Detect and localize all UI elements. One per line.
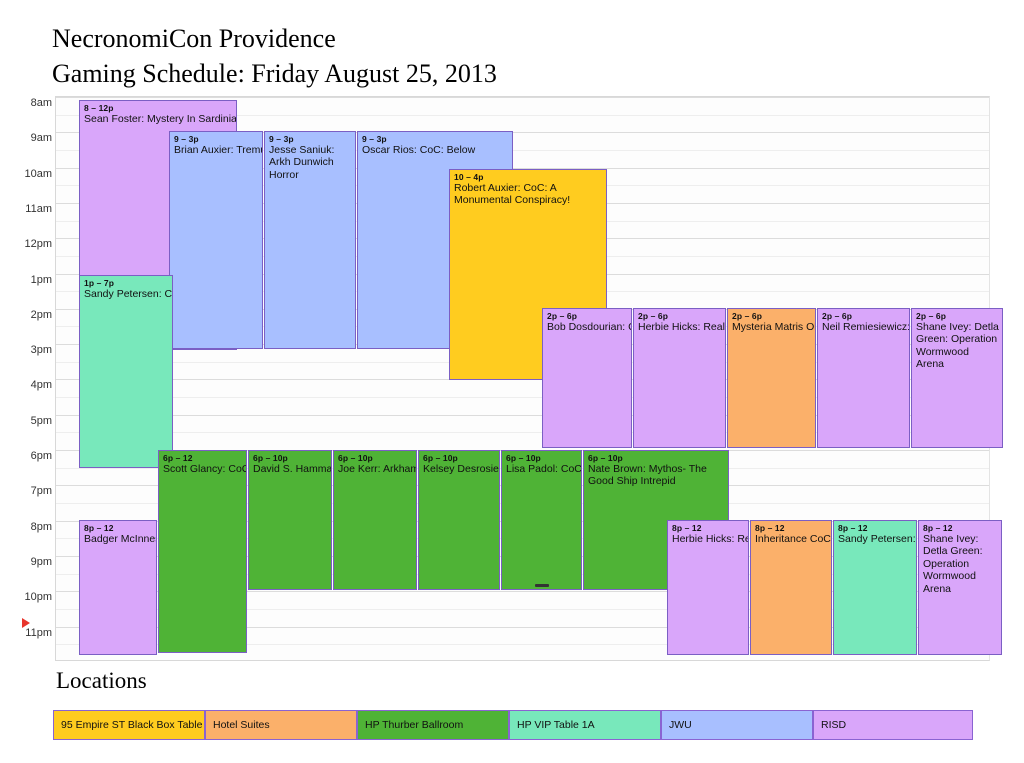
event-title: Mysteria Matris Obl Andre Kruppa — [732, 321, 815, 334]
location-legend-label: 95 Empire ST Black Box Table 1 — [61, 719, 205, 731]
page-title-line-1: NecronomiCon Providence — [52, 24, 336, 53]
calendar-event[interactable]: 2p – 6p Shane Ivey: Detla Green: Operatio… — [911, 308, 1003, 448]
event-time: 6p – 10p — [506, 453, 541, 463]
calendar-event[interactable]: 2p – 6p Neil Remiesiewicz: — [817, 308, 910, 448]
event-time: 8p – 12 — [84, 523, 114, 533]
event-time: 6p – 10p — [253, 453, 288, 463]
event-time: 6p – 10p — [588, 453, 623, 463]
calendar-event[interactable]: 8p – 12Badger McInnes: Shoggoth — [79, 520, 157, 655]
event-time: 6p – 12 — [163, 453, 193, 463]
event-title: Herbie Hicks: Real Cthulhu's Advance — [638, 321, 725, 334]
event-time: 6p – 10p — [423, 453, 458, 463]
event-time: 8 – 12p — [84, 103, 114, 113]
time-label-11pm: 11pm — [25, 626, 52, 639]
time-label-5pm: 5pm — [30, 414, 52, 427]
event-time: 10 – 4p — [454, 172, 484, 182]
event-title: Bob Dosdourian: C End — [547, 321, 631, 334]
location-legend-item[interactable]: 95 Empire ST Black Box Table 1 — [53, 710, 205, 740]
location-legend-label: HP Thurber Ballroom — [365, 719, 464, 731]
location-legend-item[interactable]: RISD — [813, 710, 973, 740]
time-label-12pm: 12pm — [24, 238, 52, 251]
event-title: Brian Auxier: Tremu — [174, 144, 263, 157]
location-legend-label: RISD — [821, 719, 847, 731]
calendar-event[interactable]: 6p – 10pKelsey Desrosier Horror: Beginne… — [418, 450, 500, 590]
event-time: 2p – 6p — [732, 311, 762, 321]
calendar-event[interactable]: 9 – 3p Brian Auxier: Tremu — [169, 131, 263, 349]
event-title: Inheritance CoC: Kruppa — [755, 533, 832, 546]
event-time: 2p – 6p — [638, 311, 668, 321]
event-time: 9 – 3p — [362, 134, 387, 144]
event-title: Sandy Petersen: Wars — [838, 533, 916, 546]
event-title: David S. Hamma — [253, 463, 332, 476]
time-label-1pm: 1pm — [30, 273, 52, 286]
calendar-event[interactable]: 2p – 6pBob Dosdourian: C End — [542, 308, 632, 448]
page-header: NecronomiCon Providence Gaming Schedule:… — [52, 22, 497, 91]
event-time: 9 – 3p — [269, 134, 294, 144]
calendar-event[interactable]: 9 – 3p Jesse Saniuk: Arkh Dunwich Horror — [264, 131, 356, 349]
time-label-11am: 11am — [25, 202, 52, 215]
event-title: Lisa Padol: CoC Death — [506, 463, 582, 476]
calendar-event[interactable]: 6p – 12Scott Glancy: CoC Silk — [158, 450, 247, 653]
time-label-9am: 9am — [30, 132, 52, 145]
event-title: Joe Kerr: Arkham Beginner — [338, 463, 417, 476]
time-label-8am: 8am — [30, 97, 52, 109]
time-label-4pm: 4pm — [30, 379, 52, 392]
resize-handle-icon[interactable] — [534, 584, 549, 587]
time-label-6pm: 6pm — [30, 450, 52, 462]
location-legend-label: HP VIP Table 1A — [517, 719, 595, 731]
event-title: Kelsey Desrosier Horror: Beginner — [423, 463, 500, 476]
time-label-10pm: 10pm — [24, 591, 52, 604]
time-axis-gutter: 8am 9am 10am 11am 12pm 1pm 2pm 3pm 4pm 5pm 6pm 7pm 8… — [22, 96, 55, 661]
location-legend-label: Hotel Suites — [213, 719, 270, 731]
event-time: 2p – 6p — [547, 311, 577, 321]
event-time: 6p – 10p — [338, 453, 373, 463]
location-legend-item[interactable]: Hotel Suites — [205, 710, 357, 740]
event-title: Jesse Saniuk: Arkh Dunwich Horror — [269, 144, 335, 181]
location-legend-label: JWU — [669, 719, 692, 731]
event-title: Oscar Rios: CoC: Below — [362, 144, 476, 157]
location-legend-item[interactable]: JWU — [661, 710, 813, 740]
event-title: Robert Auxier: CoC: A Monumental Conspir… — [454, 182, 571, 207]
event-time: 9 – 3p — [174, 134, 199, 144]
event-title: Nate Brown: Mythos- The Good Ship Intrep… — [588, 463, 707, 488]
event-title: Shane Ivey: Detla Green: Operation Wormw… — [916, 321, 999, 371]
location-legend-item[interactable]: HP Thurber Ballroom — [357, 710, 509, 740]
time-label-10am: 10am — [24, 167, 52, 180]
event-time: 8p – 12 — [838, 523, 868, 533]
hour-gridline — [56, 97, 989, 98]
locations-heading: Locations — [56, 668, 147, 693]
time-label-3pm: 3pm — [30, 344, 52, 357]
event-title: Sean Foster: Mystery In Sardinia — [84, 113, 237, 126]
time-label-9pm: 9pm — [30, 555, 52, 568]
time-label-2pm: 2pm — [30, 308, 52, 321]
calendar-event[interactable]: 8p – 12Inheritance CoC: Kruppa — [750, 520, 832, 655]
event-time: 1p – 7p — [84, 278, 114, 288]
event-title: Shane Ivey: Detla Green: Operation Wormw… — [923, 533, 983, 595]
location-legend-item[interactable]: HP VIP Table 1A — [509, 710, 661, 740]
calendar-event[interactable]: 1p – 7pSandy Petersen: Co Will Still Be … — [79, 275, 173, 468]
current-time-marker-icon — [22, 618, 30, 628]
event-title: Scott Glancy: CoC Silk — [163, 463, 246, 476]
event-title: Neil Remiesiewicz: — [822, 321, 910, 334]
event-time: 8p – 12 — [923, 523, 953, 533]
event-title: Sandy Petersen: Co Will Still Be Monkey — [84, 288, 173, 301]
event-time: 8p – 12 — [672, 523, 702, 533]
calendar-event[interactable]: 2p – 6pHerbie Hicks: Real Cthulhu's Adva… — [633, 308, 726, 448]
calendar-event[interactable]: 8p – 12 Shane Ivey: Detla Green: Operatio… — [918, 520, 1002, 655]
calendar-event[interactable]: 8p – 12Herbie Hicks: Re Mystery Egg — [667, 520, 749, 655]
calendar-event[interactable]: 6p – 10p David S. Hamma — [248, 450, 332, 590]
time-label-7pm: 7pm — [30, 485, 52, 498]
schedule-calendar: 8am 9am 10am 11am 12pm 1pm 2pm 3pm 4pm 5pm 6pm 7pm 8… — [22, 96, 1003, 661]
event-time: 8p – 12 — [755, 523, 785, 533]
calendar-event[interactable]: 2p – 6pMysteria Matris Obl Andre Kruppa — [727, 308, 816, 448]
event-time: 2p – 6p — [822, 311, 852, 321]
calendar-event[interactable]: 6p – 10pLisa Padol: CoC Death — [501, 450, 582, 590]
event-title: Herbie Hicks: Re Mystery Egg — [672, 533, 748, 546]
calendar-event[interactable]: 8p – 12Sandy Petersen: Wars — [833, 520, 917, 655]
calendar-event[interactable]: 6p – 10pJoe Kerr: Arkham Beginner — [333, 450, 417, 590]
event-title: Badger McInnes: Shoggoth — [84, 533, 156, 546]
page-title-line-2: Gaming Schedule: Friday August 25, 2013 — [52, 58, 497, 88]
event-time: 2p – 6p — [916, 311, 946, 321]
time-label-8pm: 8pm — [30, 520, 52, 533]
